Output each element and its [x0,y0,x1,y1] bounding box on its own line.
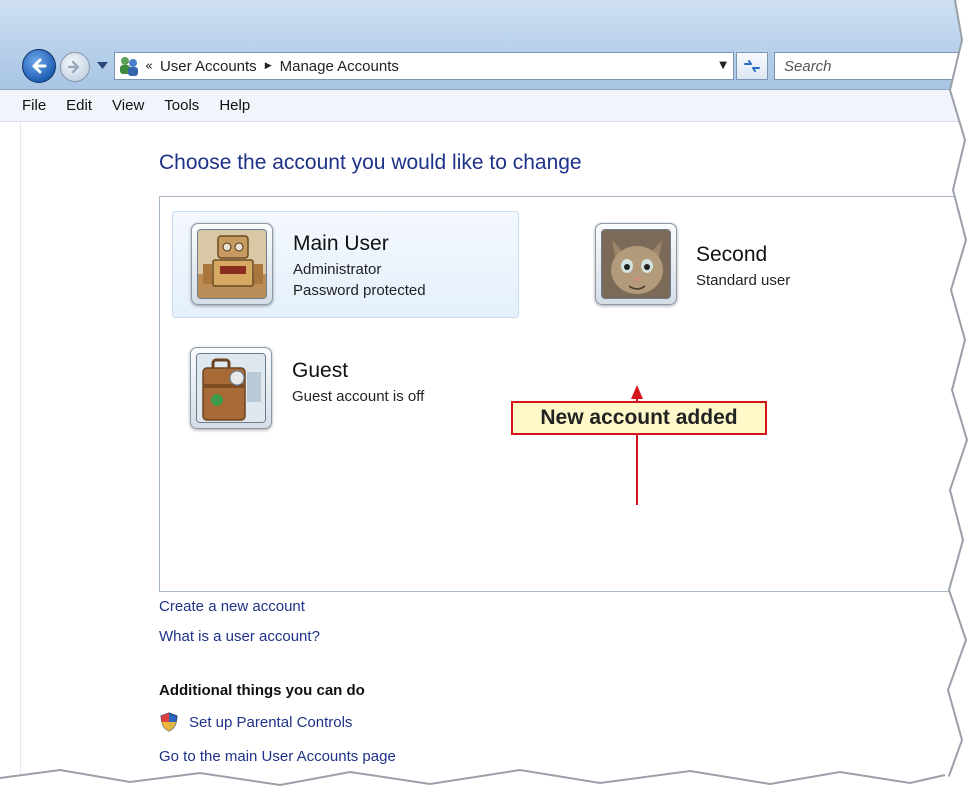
forward-arrow-icon [67,60,80,74]
content-area: Choose the account you would like to cha… [0,123,975,787]
robot-avatar [197,229,267,299]
account-name: Guest [292,359,349,382]
account-type: Administrator [293,261,382,278]
menu-bar: File Edit View Tools Help [0,90,975,122]
chevron-down-icon [96,62,108,69]
search-input[interactable]: Search [774,52,975,80]
breadcrumb-overflow[interactable]: « [145,59,153,74]
account-status: Guest account is off [292,388,425,405]
navigation-bar: « User Accounts ▶ Manage Accounts ▼ Sear… [0,0,975,90]
refresh-button[interactable] [736,52,768,80]
breadcrumb-user-accounts[interactable]: User Accounts [160,58,257,75]
account-status: Password protected [293,282,426,299]
parental-controls-link[interactable]: Set up Parental Controls [189,714,352,731]
new-account-callout: New account added [511,401,767,435]
what-is-account-link[interactable]: What is a user account? [159,628,320,645]
back-button[interactable] [22,49,56,83]
account-name: Main User [293,232,389,255]
menu-edit[interactable]: Edit [66,97,92,114]
recent-pages-button[interactable] [95,58,109,74]
left-divider [20,123,21,787]
forward-button[interactable] [60,52,90,82]
account-tile-guest[interactable]: Guest Guest account is off [172,339,519,439]
menu-help[interactable]: Help [219,97,250,114]
account-tile-second[interactable]: Second Standard user [585,219,885,309]
second-avatar-frame [595,223,677,305]
account-type: Standard user [696,272,791,289]
user-accounts-icon [118,55,140,77]
main-user-details: Main User Administrator Password protect… [293,232,426,301]
main-user-accounts-link[interactable]: Go to the main User Accounts page [159,748,396,765]
address-dropdown-icon[interactable]: ▼ [719,60,727,71]
create-account-link[interactable]: Create a new account [159,598,305,615]
back-arrow-icon [32,58,47,74]
additional-section-title: Additional things you can do [159,682,365,699]
refresh-icon [744,60,760,72]
shield-icon [160,712,178,732]
suitcase-avatar [196,353,266,423]
address-bar[interactable]: « User Accounts ▶ Manage Accounts ▼ [114,52,734,80]
guest-details: Guest Guest account is off [292,359,424,407]
menu-tools[interactable]: Tools [164,97,199,114]
menu-view[interactable]: View [112,97,144,114]
account-tile-main-user[interactable]: Main User Administrator Password protect… [172,211,519,318]
breadcrumb-manage-accounts[interactable]: Manage Accounts [280,58,399,75]
guest-avatar-frame [190,347,272,429]
breadcrumb-arrow-icon[interactable]: ▶ [265,61,272,71]
accounts-panel: Main User Administrator Password protect… [159,196,969,592]
search-placeholder: Search [784,57,832,75]
menu-file[interactable]: File [22,97,46,114]
kitten-avatar [601,229,671,299]
second-details: Second Standard user [696,243,790,291]
parental-controls-row[interactable]: Set up Parental Controls [159,712,352,732]
manage-accounts-window: « User Accounts ▶ Manage Accounts ▼ Sear… [0,0,975,787]
page-title: Choose the account you would like to cha… [159,151,582,174]
account-name: Second [696,243,768,266]
main-user-avatar-frame [191,223,273,305]
